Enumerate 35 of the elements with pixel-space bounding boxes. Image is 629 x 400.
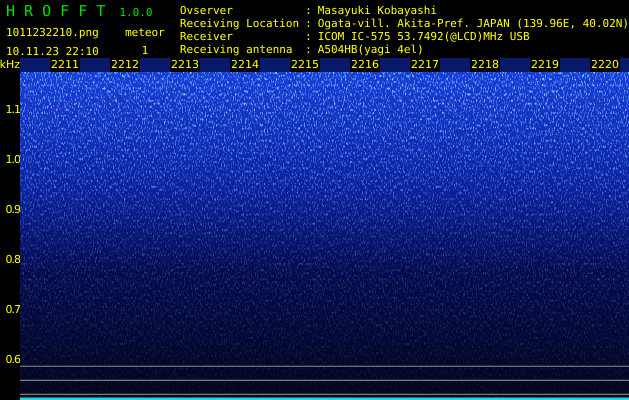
info-value: Ogata-vill. Akita-Pref. JAPAN (139.96E, 40.02N) xyxy=(318,17,629,30)
info-separator: : xyxy=(305,4,312,17)
info-separator: : xyxy=(305,17,312,30)
time-label: 2213 xyxy=(170,58,200,72)
time-label: 2219 xyxy=(530,58,560,72)
date-time: 10.11.23 22:10 xyxy=(6,45,100,58)
info-separator: : xyxy=(305,30,312,43)
time-label: 2212 xyxy=(110,58,140,72)
frequency-label: 0.6 xyxy=(6,354,20,366)
info-label: Receiver xyxy=(180,30,234,43)
frequency-label: 1.1 xyxy=(6,104,20,116)
info-value: Masayuki Kobayashi xyxy=(318,4,438,17)
info-separator: : xyxy=(305,43,312,56)
time-label: 2220 xyxy=(590,58,620,72)
info-label: Receiving Location xyxy=(180,17,300,30)
unit-label: kHz xyxy=(0,58,20,72)
time-label: 2216 xyxy=(350,58,380,72)
time-label: 2215 xyxy=(290,58,320,72)
info-value: ICOM IC-575 53.7492(@LCD)MHz USB xyxy=(318,30,531,43)
frequency-label: 0.9 xyxy=(6,204,20,216)
time-label: 2211 xyxy=(50,58,80,72)
app-version: 1.0.0 xyxy=(119,6,152,19)
app-title: H R O F F T xyxy=(6,2,106,20)
info-label: Receiving antenna xyxy=(180,43,294,56)
info-value: A504HB(yagi 4el) xyxy=(318,43,425,56)
info-label: Ovserver xyxy=(180,4,234,17)
time-label: 2214 xyxy=(230,58,260,72)
time-label: 2217 xyxy=(410,58,440,72)
frequency-label: 0.7 xyxy=(6,304,20,316)
time-label: 2218 xyxy=(470,58,500,72)
meteor-count: 1 xyxy=(142,44,148,57)
frequency-label: 1.0 xyxy=(6,154,20,166)
frequency-label: 0.8 xyxy=(6,254,20,266)
meteor-label: meteor xyxy=(125,26,165,39)
file-name: 1011232210.png xyxy=(6,26,100,39)
